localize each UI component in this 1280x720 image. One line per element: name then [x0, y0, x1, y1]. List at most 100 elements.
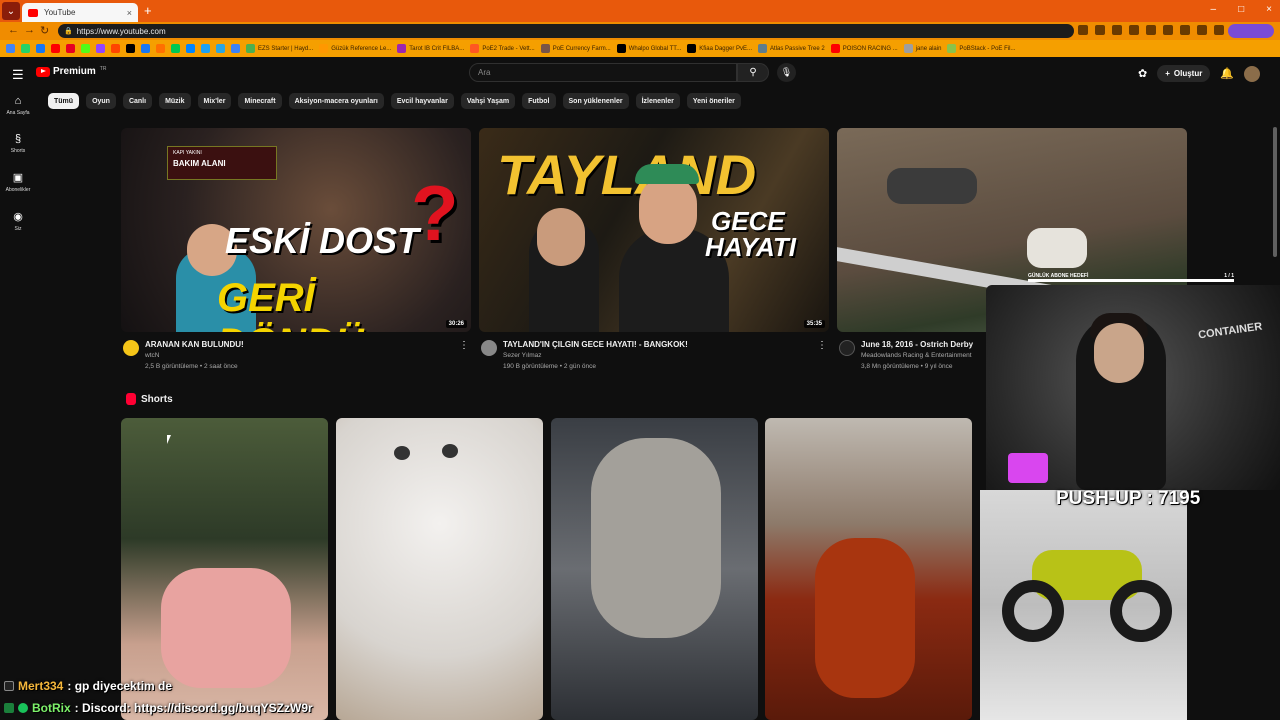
bookmark-item[interactable]: [216, 44, 225, 53]
menu-icon[interactable]: ☰: [12, 67, 24, 83]
voice-search-button[interactable]: 🎙: [777, 63, 796, 82]
bookmark-item[interactable]: PoE2 Trade - Vett...: [470, 44, 535, 53]
tab-list-button[interactable]: ⌄: [2, 2, 20, 20]
tab-close-icon[interactable]: ×: [127, 8, 132, 18]
bookmark-item[interactable]: [66, 44, 75, 53]
reload-icon[interactable]: ↻: [40, 24, 49, 37]
channel-name[interactable]: Meadowlands Racing & Entertainment: [861, 352, 972, 359]
extension-icon[interactable]: [1078, 25, 1088, 35]
bookmark-item[interactable]: Atlas Passive Tree 2: [758, 44, 825, 53]
bookmark-item[interactable]: [111, 44, 120, 53]
extension-icon[interactable]: [1112, 25, 1122, 35]
video-title[interactable]: TAYLAND'IN ÇILGIN GECE HAYATI! - BANGKOK…: [503, 340, 688, 349]
video-thumbnail[interactable]: KAPI YAKINI BAKIM ALANI ? ESKİ DOST GERİ…: [121, 128, 471, 332]
forward-icon[interactable]: →: [24, 24, 35, 36]
bookmark-item[interactable]: EZS Starter | Hayd...: [246, 44, 313, 53]
minimize-button[interactable]: –: [1211, 4, 1217, 15]
bookmark-item[interactable]: [201, 44, 210, 53]
video-duration: 30:26: [445, 320, 467, 328]
filter-chip[interactable]: Yeni öneriler: [686, 93, 741, 109]
bookmark-item[interactable]: [81, 44, 90, 53]
account-avatar[interactable]: [1244, 65, 1261, 82]
filter-chip[interactable]: Futbol: [522, 93, 556, 109]
channel-name[interactable]: wtcN: [145, 352, 159, 359]
sidebar-item-subscriptions[interactable]: ▣ Abonelikler: [0, 171, 36, 193]
sidebar-item-home[interactable]: ⌂ Ana Sayfa: [0, 95, 36, 116]
maximize-button[interactable]: □: [1238, 4, 1244, 15]
filter-chip[interactable]: İzlenenler: [635, 93, 680, 109]
channel-avatar[interactable]: [123, 340, 139, 356]
bookmark-item[interactable]: PoBStack - PoE Fil...: [947, 44, 1015, 53]
filter-chip[interactable]: Müzik: [159, 93, 191, 109]
bookmark-item[interactable]: jane alain: [903, 44, 941, 53]
filter-chip[interactable]: Vahşi Yaşam: [460, 93, 516, 109]
more-options-icon[interactable]: ⋮: [459, 340, 469, 351]
close-window-button[interactable]: ×: [1266, 4, 1272, 15]
bookmark-item[interactable]: Tarot IB Crit FILBA...: [397, 44, 464, 53]
extension-icon[interactable]: [1129, 25, 1139, 35]
bookmark-item[interactable]: [186, 44, 195, 53]
extension-icon[interactable]: [1163, 25, 1173, 35]
video-card[interactable]: KAPI YAKINI BAKIM ALANI ? ESKİ DOST GERİ…: [121, 128, 471, 384]
video-title[interactable]: ARANAN KAN BULUNDU!: [145, 340, 244, 349]
bookmark-item[interactable]: [141, 44, 150, 53]
bookmark-item[interactable]: Güzük Reference Le...: [319, 44, 391, 53]
short-card[interactable]: [551, 418, 758, 720]
chat-text: : Discord: https://discord.gg/buqYSZzW9r: [74, 701, 313, 715]
sidebar-item-shorts[interactable]: § Shorts: [0, 133, 36, 154]
tab-youtube[interactable]: YouTube ×: [22, 3, 138, 22]
create-button[interactable]: + Oluştur: [1157, 65, 1211, 82]
bookmark-item[interactable]: [156, 44, 165, 53]
extension-icon[interactable]: [1095, 25, 1105, 35]
bookmark-item[interactable]: [126, 44, 135, 53]
channel-name[interactable]: Sezer Yılmaz: [503, 352, 542, 359]
new-tab-button[interactable]: +: [144, 3, 152, 18]
browser-profile-button[interactable]: [1228, 24, 1274, 38]
search-button[interactable]: ⚲: [737, 63, 769, 82]
extension-icon[interactable]: [1146, 25, 1156, 35]
short-card[interactable]: [980, 490, 1187, 720]
extension-icon[interactable]: [1180, 25, 1190, 35]
youtube-premium-logo[interactable]: Premium TR: [36, 66, 106, 77]
channel-avatar[interactable]: [481, 340, 497, 356]
filter-chip[interactable]: Evcil hayvanlar: [390, 93, 454, 109]
bookmark-item[interactable]: [231, 44, 240, 53]
notifications-bell-icon[interactable]: 🔔: [1220, 67, 1234, 80]
bookmark-item[interactable]: POISON RACING ...: [830, 44, 898, 53]
video-card[interactable]: TAYLAND GECE HAYATI 35:35 TAYLAND'IN ÇIL…: [479, 128, 829, 384]
filter-chip[interactable]: Son yüklenenler: [562, 93, 629, 109]
channel-avatar[interactable]: [839, 340, 855, 356]
bookmark-item[interactable]: PoE Currency Farm...: [540, 44, 611, 53]
extension-icon[interactable]: [1214, 25, 1224, 35]
filter-chip[interactable]: Canlı: [122, 93, 153, 109]
cast-icon[interactable]: ✿: [1138, 67, 1147, 80]
page-scrollbar[interactable]: [1273, 127, 1277, 257]
back-icon[interactable]: ←: [8, 24, 19, 36]
short-card[interactable]: [336, 418, 543, 720]
sidebar-item-you[interactable]: ◉ Siz: [0, 210, 36, 232]
bookmark-item[interactable]: [36, 44, 45, 53]
bookmark-item[interactable]: [96, 44, 105, 53]
bookmark-item[interactable]: [171, 44, 180, 53]
search-input[interactable]: Ara: [469, 63, 737, 82]
filter-chip[interactable]: Aksiyon-macera oyunları: [288, 93, 384, 109]
video-title[interactable]: June 18, 2016 - Ostrich Derby: [861, 340, 973, 349]
short-card[interactable]: [121, 418, 328, 720]
short-card[interactable]: [765, 418, 972, 720]
extension-icon[interactable]: [1197, 25, 1207, 35]
sidebar-item-label: Abonelikler: [5, 187, 31, 193]
filter-chip[interactable]: Oyun: [86, 93, 116, 109]
video-thumbnail[interactable]: TAYLAND GECE HAYATI 35:35: [479, 128, 829, 332]
more-options-icon[interactable]: ⋮: [817, 340, 827, 351]
bookmark-item[interactable]: [51, 44, 60, 53]
address-bar[interactable]: 🔒 https://www.youtube.com: [58, 24, 1074, 38]
bookmark-item[interactable]: [6, 44, 15, 53]
bookmark-item[interactable]: Whalpo Global TT...: [616, 44, 681, 53]
filter-chip[interactable]: Mix'ler: [197, 93, 232, 109]
bookmark-item[interactable]: [21, 44, 30, 53]
bookmark-item[interactable]: Kfiaa Dagger PvE...: [687, 44, 752, 53]
chat-message: Mert334 : gp diyecektim de: [4, 679, 172, 693]
filter-chip[interactable]: Minecraft: [238, 93, 282, 109]
filter-chip[interactable]: Tümü: [48, 93, 80, 109]
site-info-icon[interactable]: 🔒: [64, 27, 73, 35]
